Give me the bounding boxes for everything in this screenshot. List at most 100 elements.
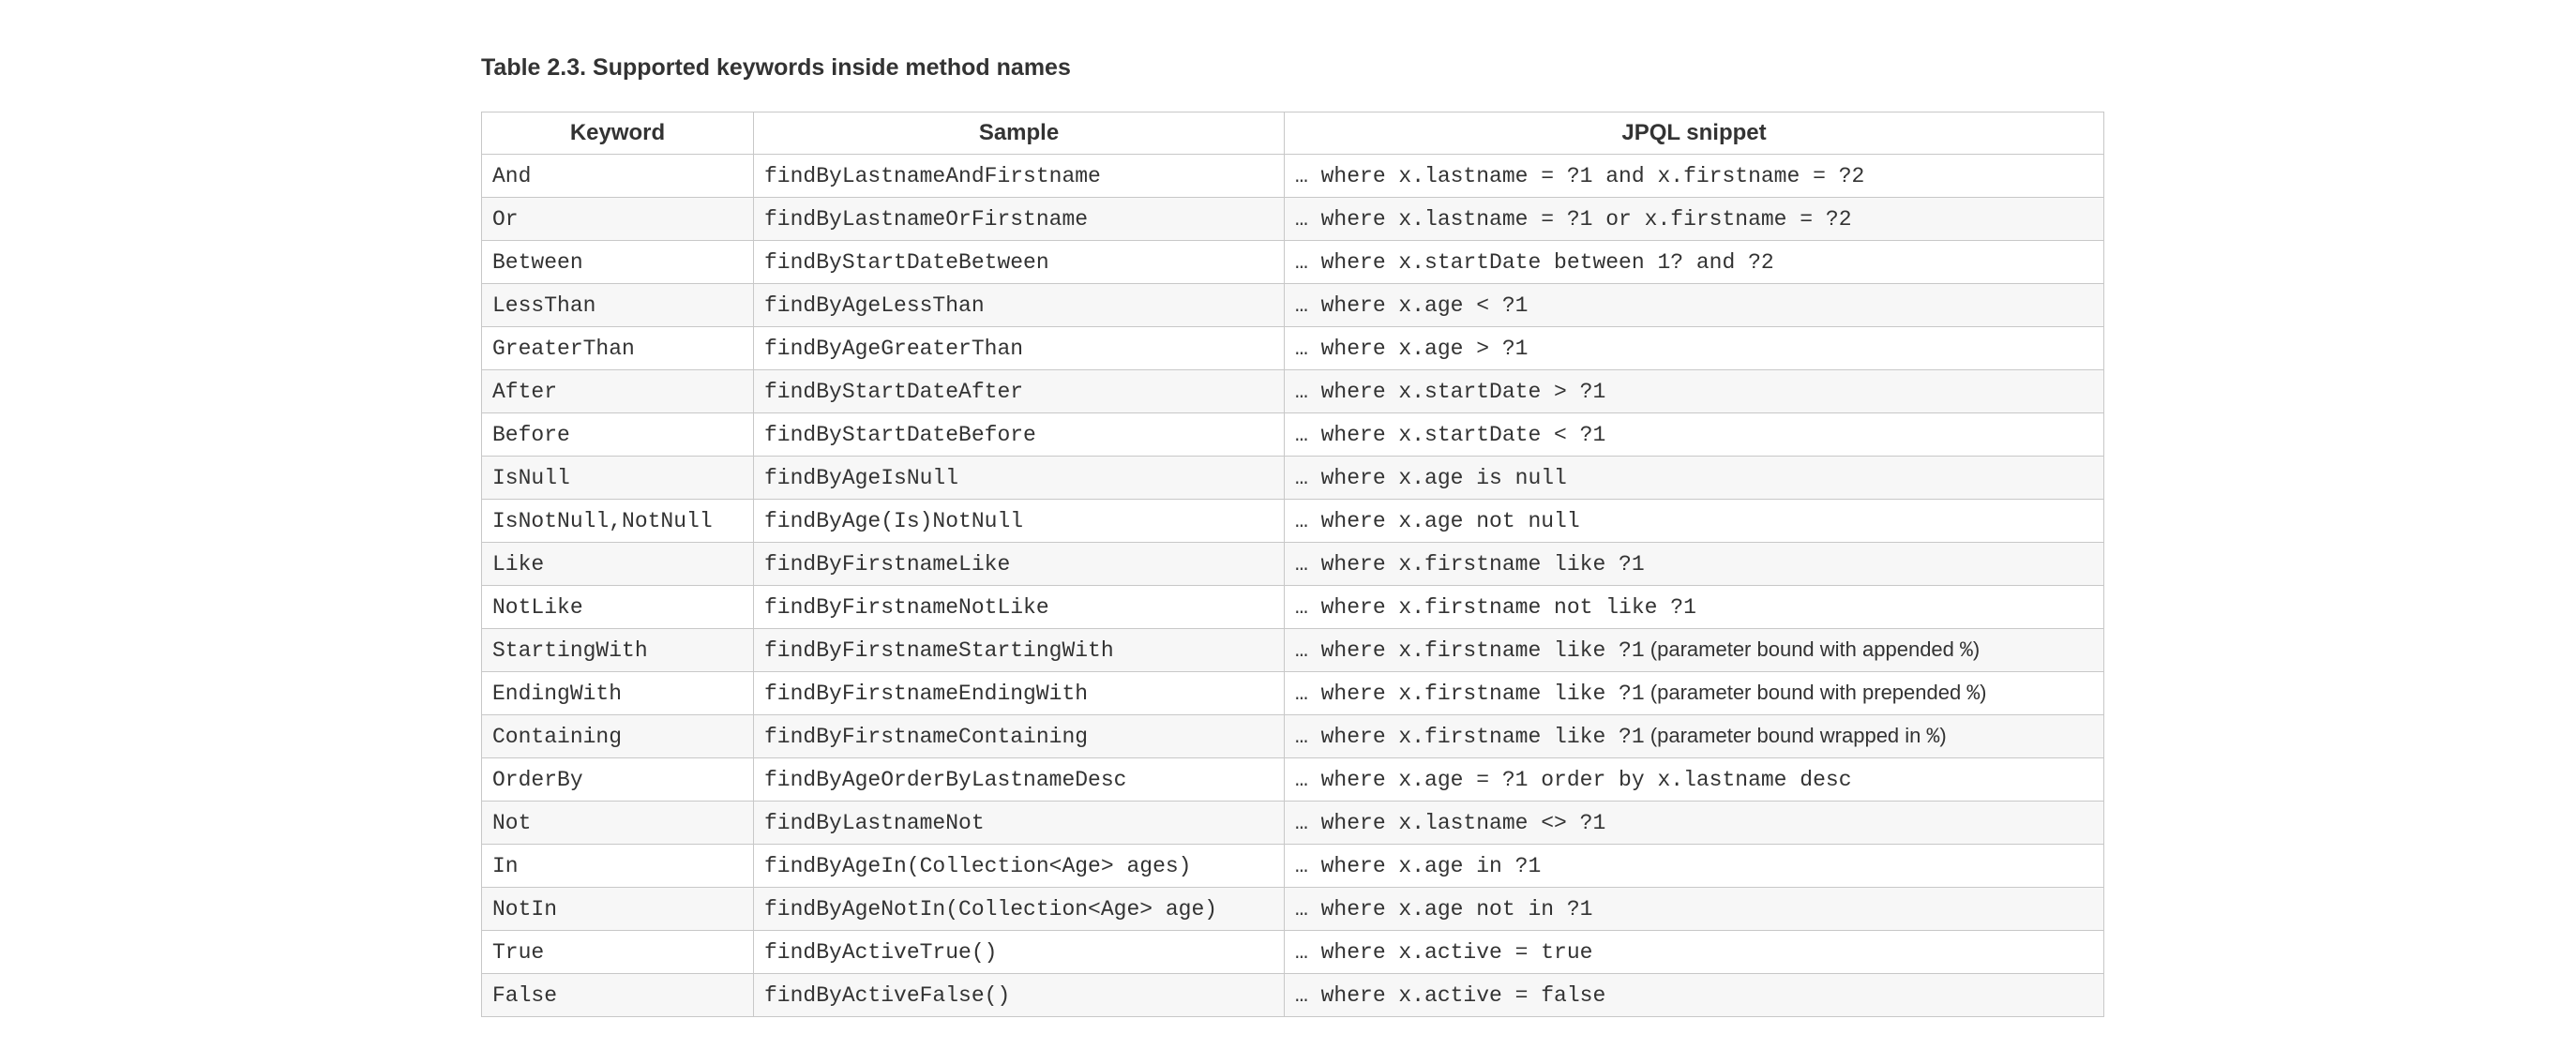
jpql-snippet-cell: … where x.lastname = ?1 and x.firstname … xyxy=(1284,154,2104,198)
jpql-snippet-cell: … where x.age = ?1 order by x.lastname d… xyxy=(1284,757,2104,802)
keyword-cell: IsNull xyxy=(481,456,754,500)
snippet-note: (parameter bound with prepended xyxy=(1644,681,1967,704)
jpql-snippet-cell: … where x.active = false xyxy=(1284,973,2104,1017)
keyword-cell: In xyxy=(481,844,754,888)
table-row: LessThan findByAgeLessThan … where x.age <… xyxy=(481,283,2104,327)
table-row: StartingWith findByFirstnameStartingWith…… xyxy=(481,628,2104,672)
snippet-note: (parameter bound wrapped in xyxy=(1644,724,1927,747)
sample-cell: findByAgeGreaterThan xyxy=(753,326,1285,370)
sample-cell: findByLastnameAndFirstname xyxy=(753,154,1285,198)
jpql-snippet-code: … where x.firstname like ?1 xyxy=(1295,551,1645,577)
jpql-snippet-cell: … where x.startDate < ?1 xyxy=(1284,412,2104,457)
jpql-snippet-cell: … where x.firstname not like ?1 xyxy=(1284,585,2104,629)
sample-cell: findByStartDateBetween xyxy=(753,240,1285,284)
keyword-cell: Like xyxy=(481,542,754,586)
jpql-snippet-cell: … where x.age < ?1 xyxy=(1284,283,2104,327)
table-row: EndingWith findByFirstnameEndingWith… whe… xyxy=(481,671,2104,715)
keyword-cell: Containing xyxy=(481,714,754,758)
jpql-snippet-cell: … where x.age not null xyxy=(1284,499,2104,543)
keyword-cell: IsNotNull,NotNull xyxy=(481,499,754,543)
sample-cell: findByFirstnameEndingWith xyxy=(753,671,1285,715)
jpql-snippet-cell: … where x.age is null xyxy=(1284,456,2104,500)
sample-cell: findByFirstnameContaining xyxy=(753,714,1285,758)
table-row: Not findByLastnameNot … where x.lastname <… xyxy=(481,801,2104,845)
sample-cell: findByLastnameOrFirstname xyxy=(753,197,1285,241)
sample-cell: findByLastnameNot xyxy=(753,801,1285,845)
snippet-note-end: ) xyxy=(1972,637,1981,661)
sample-cell: findByFirstnameStartingWith xyxy=(753,628,1285,672)
sample-cell: findByStartDateBefore xyxy=(753,412,1285,457)
jpql-snippet-code: … where x.age in ?1 xyxy=(1295,853,1542,878)
jpql-snippet-code: … where x.firstname like ?1 xyxy=(1295,682,1645,706)
sample-cell: findByActiveTrue() xyxy=(753,930,1285,974)
jpql-snippet-cell: … where x.active = true xyxy=(1284,930,2104,974)
keyword-cell: GreaterThan xyxy=(481,326,754,370)
jpql-snippet-code: … where x.lastname = ?1 and x.firstname … xyxy=(1295,163,1865,188)
keyword-cell: NotLike xyxy=(481,585,754,629)
keyword-cell: OrderBy xyxy=(481,757,754,802)
table-row: And findByLastnameAndFirstname … where x.l… xyxy=(481,154,2104,198)
snippet-note: (parameter bound with appended xyxy=(1644,637,1961,661)
jpql-snippet-code: … where x.age is null xyxy=(1295,465,1567,490)
sample-cell: findByAge(Is)NotNull xyxy=(753,499,1285,543)
snippet-note-code: % xyxy=(1966,682,1981,706)
column-header-keyword: Keyword xyxy=(481,112,754,155)
sample-cell: findByAgeLessThan xyxy=(753,283,1285,327)
jpql-snippet-cell: … where x.firstname like ?1 (parameter b… xyxy=(1284,714,2104,758)
sample-cell: findByAgeOrderByLastnameDesc xyxy=(753,757,1285,802)
jpql-snippet-cell: … where x.startDate > ?1 xyxy=(1284,369,2104,413)
keyword-cell: True xyxy=(481,930,754,974)
document-page: Table 2.3. Supported keywords inside met… xyxy=(0,0,2576,1064)
keyword-cell: Before xyxy=(481,412,754,457)
jpql-snippet-code: … where x.lastname = ?1 or x.firstname =… xyxy=(1295,206,1852,232)
table-row: Containing findByFirstnameContaining… whe… xyxy=(481,714,2104,758)
table-row: Before findByStartDateBefore … where x.sta… xyxy=(481,412,2104,457)
snippet-note-code: % xyxy=(1960,638,1973,663)
jpql-snippet-code: … where x.age not in ?1 xyxy=(1295,896,1593,922)
keyword-cell: StartingWith xyxy=(481,628,754,672)
table-row: Like findByFirstnameLike … where x.firstna… xyxy=(481,542,2104,586)
jpql-snippet-cell: … where x.lastname = ?1 or x.firstname =… xyxy=(1284,197,2104,241)
jpql-snippet-cell: … where x.age in ?1 xyxy=(1284,844,2104,888)
keyword-cell: Between xyxy=(481,240,754,284)
jpql-snippet-cell: … where x.firstname like ?1 (parameter b… xyxy=(1284,628,2104,672)
keyword-cell: False xyxy=(481,973,754,1017)
table-row: NotIn findByAgeNotIn(Collection<Age> age)… xyxy=(481,887,2104,931)
jpql-snippet-cell: … where x.firstname like ?1 xyxy=(1284,542,2104,586)
table-row: IsNotNull,NotNull findByAge(Is)NotNull … w… xyxy=(481,499,2104,543)
jpql-snippet-code: … where x.startDate < ?1 xyxy=(1295,422,1606,447)
jpql-snippet-code: … where x.age not null xyxy=(1295,508,1580,533)
jpql-snippet-cell: … where x.lastname <> ?1 xyxy=(1284,801,2104,845)
column-header-jpql-snippet: JPQL snippet xyxy=(1284,112,2104,155)
jpql-snippet-code: … where x.firstname like ?1 xyxy=(1295,725,1645,749)
sample-cell: findByStartDateAfter xyxy=(753,369,1285,413)
column-header-sample: Sample xyxy=(753,112,1285,155)
jpql-snippet-cell: … where x.age > ?1 xyxy=(1284,326,2104,370)
jpql-snippet-cell: … where x.age not in ?1 xyxy=(1284,887,2104,931)
snippet-note-end: ) xyxy=(1980,681,1987,704)
sample-cell: findByActiveFalse() xyxy=(753,973,1285,1017)
table-row: IsNull findByAgeIsNull … where x.age is nu… xyxy=(481,456,2104,500)
jpql-snippet-code: … where x.age > ?1 xyxy=(1295,336,1529,361)
keyword-cell: EndingWith xyxy=(481,671,754,715)
jpql-snippet-code: … where x.firstname not like ?1 xyxy=(1295,594,1696,620)
snippet-note-code: % xyxy=(1926,725,1940,749)
table-row: False findByActiveFalse() … where x.active… xyxy=(481,973,2104,1017)
keyword-cell: Not xyxy=(481,801,754,845)
jpql-snippet-cell: … where x.firstname like ?1 (parameter b… xyxy=(1284,671,2104,715)
sample-cell: findByAgeNotIn(Collection<Age> age) xyxy=(753,887,1285,931)
keyword-cell: After xyxy=(481,369,754,413)
jpql-snippet-code: … where x.active = false xyxy=(1295,982,1606,1008)
keyword-cell: NotIn xyxy=(481,887,754,931)
jpql-snippet-code: … where x.startDate between 1? and ?2 xyxy=(1295,249,1774,275)
sample-cell: findByAgeIn(Collection<Age> ages) xyxy=(753,844,1285,888)
jpql-snippet-code: … where x.lastname <> ?1 xyxy=(1295,810,1606,835)
keywords-table: Keyword Sample JPQL snippet And findByLas… xyxy=(481,112,2104,1017)
table-row: In findByAgeIn(Collection<Age> ages) … whe… xyxy=(481,844,2104,888)
jpql-snippet-code: … where x.firstname like ?1 xyxy=(1295,638,1645,663)
jpql-snippet-code: … where x.age = ?1 order by x.lastname d… xyxy=(1295,767,1852,792)
jpql-snippet-code: … where x.active = true xyxy=(1295,939,1593,965)
table-row: Between findByStartDateBetween … where x.s… xyxy=(481,240,2104,284)
table-row: Or findByLastnameOrFirstname … where x.las… xyxy=(481,197,2104,241)
keyword-cell: LessThan xyxy=(481,283,754,327)
